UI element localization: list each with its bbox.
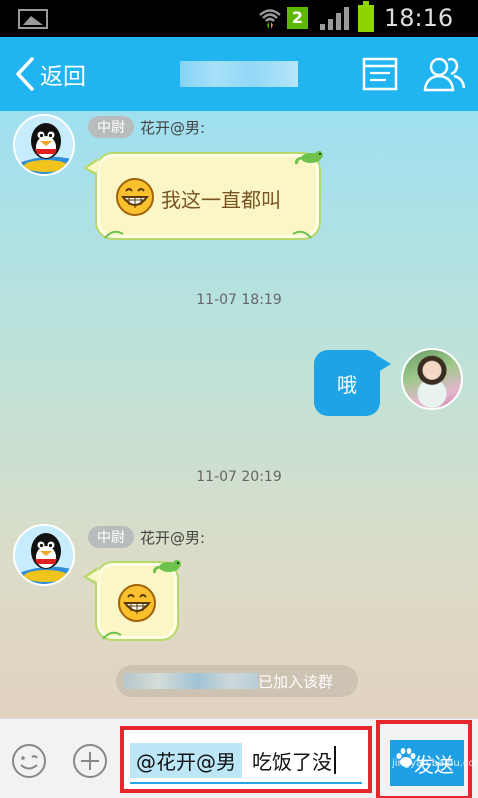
grin-icon <box>118 584 156 622</box>
chat-title-redacted <box>180 61 298 87</box>
emoji-icon[interactable] <box>11 743 47 779</box>
wifi-icon <box>259 9 281 29</box>
plus-icon[interactable] <box>72 743 108 779</box>
typed-text: 吃饭了没 <box>252 749 332 774</box>
message-input-inner[interactable]: @花开@男 吃饭了没 <box>130 738 362 784</box>
avatar-penguin[interactable] <box>13 114 75 176</box>
avatar-penguin[interactable] <box>13 524 75 586</box>
message-input[interactable]: @花开@男 吃饭了没 <box>120 726 372 793</box>
redacted-username <box>124 673 258 689</box>
avatar-self[interactable] <box>401 348 463 410</box>
system-notice: 已加入该群 <box>116 665 358 697</box>
back-label: 返回 <box>40 64 86 90</box>
gallery-icon <box>18 9 48 29</box>
lizard-decoration-icon <box>295 151 323 165</box>
group-members-icon[interactable] <box>422 55 466 93</box>
battery-icon <box>358 1 374 32</box>
rank-badge: 中尉 <box>88 526 134 548</box>
penguin-avatar-icon <box>15 116 73 174</box>
sender-line: 中尉 花开@男: <box>88 526 205 548</box>
outgoing-bubble[interactable]: 哦 <box>314 350 391 416</box>
clock: 18:16 <box>384 4 454 32</box>
status-bar: 2 18:16 <box>0 0 478 37</box>
leaf-decoration-icon <box>104 230 124 239</box>
profile-card-icon[interactable] <box>362 57 398 91</box>
rank-badge: 中尉 <box>88 116 134 138</box>
system-notice-text: 已加入该群 <box>258 673 334 691</box>
message-bubble[interactable] <box>83 560 181 641</box>
signal-icon <box>320 7 349 30</box>
back-button[interactable]: 返回 <box>12 55 86 93</box>
sender-name: 花开@男: <box>140 118 206 137</box>
mention-chip[interactable]: @花开@男 <box>130 742 242 778</box>
chevron-left-icon <box>16 57 34 91</box>
title-bar: 返回 <box>0 37 478 111</box>
timestamp: 11-07 20:19 <box>196 469 282 485</box>
watermark: jingyan.baidu.com <box>392 758 478 769</box>
leaf-decoration-icon <box>102 631 122 640</box>
timestamp: 11-07 18:19 <box>196 292 282 308</box>
message-bubble[interactable]: 我这一直都叫 <box>83 151 323 240</box>
sender-name: 花开@男: <box>140 528 206 547</box>
lizard-decoration-icon <box>153 560 181 574</box>
text-caret <box>334 746 336 774</box>
message-text: 哦 <box>337 372 357 397</box>
chat-area[interactable]: 中尉 花开@男: 我这一直都叫 11-07 18:19 哦 11-07 20:1… <box>0 111 478 718</box>
sender-line: 中尉 花开@男: <box>88 116 205 138</box>
grin-icon <box>116 178 154 216</box>
message-text: 我这一直都叫 <box>161 188 281 212</box>
leaf-decoration-icon <box>292 230 312 239</box>
sim-badge: 2 <box>287 7 308 29</box>
penguin-avatar-icon <box>15 526 73 584</box>
